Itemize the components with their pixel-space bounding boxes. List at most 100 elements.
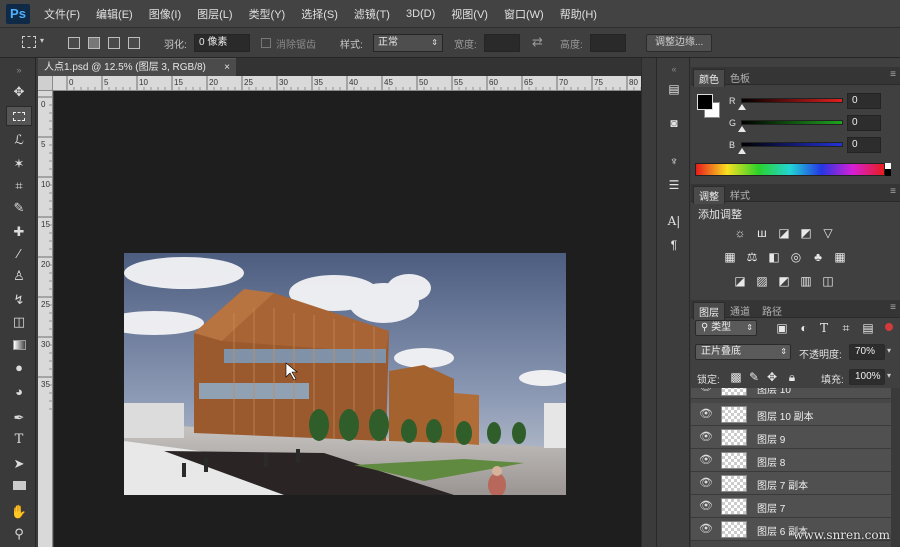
eye-icon[interactable]: 👁︎	[699, 388, 713, 393]
brush-tool-icon[interactable]: ⁄	[6, 244, 32, 264]
red-value[interactable]: 0	[847, 93, 881, 109]
collapse-icon[interactable]: »	[6, 60, 32, 80]
brush-presets-icon[interactable]: ☰	[665, 176, 683, 194]
subtract-selection-icon[interactable]	[108, 37, 120, 49]
layer-row[interactable]: 👁︎ 图层 7	[691, 495, 891, 518]
tab-swatches[interactable]: 色板	[725, 69, 755, 86]
layer-row[interactable]: 👁︎ 图层 10 副本	[691, 403, 891, 426]
eye-icon[interactable]: 👁︎	[699, 499, 713, 512]
opacity-input[interactable]: 70%	[849, 344, 885, 360]
tab-color[interactable]: 颜色	[693, 69, 725, 87]
green-slider[interactable]	[741, 120, 843, 125]
panel-menu-icon[interactable]: ≡	[890, 69, 896, 80]
feather-input[interactable]: 0 像素	[194, 34, 250, 52]
fill-input[interactable]: 100%	[849, 369, 885, 385]
width-input[interactable]	[484, 34, 520, 52]
eye-icon[interactable]: 👁︎	[699, 476, 713, 489]
exposure-icon[interactable]: ◩	[797, 226, 815, 240]
blend-mode-select[interactable]: 正片叠底 ⇕	[695, 344, 791, 360]
invert-icon[interactable]: ◪	[731, 274, 749, 288]
hand-tool-icon[interactable]: ✋	[6, 502, 32, 522]
properties-panel-icon[interactable]: ◙	[665, 114, 683, 132]
green-slider-thumb[interactable]	[738, 126, 746, 132]
selective-color-icon[interactable]: ◫	[819, 274, 837, 288]
color-lookup-icon[interactable]: ▦	[831, 250, 849, 264]
menu-filter[interactable]: 滤镜(T)	[354, 6, 390, 22]
layer-row[interactable]: 👁︎ 图层 9	[691, 426, 891, 449]
red-slider-thumb[interactable]	[738, 104, 746, 110]
blue-slider-thumb[interactable]	[738, 148, 746, 154]
menu-layer[interactable]: 图层(L)	[197, 6, 232, 22]
channel-mixer-icon[interactable]: ♣	[809, 250, 827, 264]
eyedropper-tool-icon[interactable]: ✎	[6, 198, 32, 218]
add-selection-icon[interactable]	[88, 37, 100, 49]
shape-filter-icon[interactable]: ⌗	[837, 321, 855, 335]
menu-edit[interactable]: 编辑(E)	[96, 6, 133, 22]
posterize-icon[interactable]: ▨	[753, 274, 771, 288]
chevron-down-icon[interactable]: ▾	[887, 346, 891, 355]
magic-wand-tool-icon[interactable]: ✶	[6, 154, 32, 174]
layer-row[interactable]: 👁︎ 图层 8	[691, 449, 891, 472]
chevron-down-icon[interactable]: ▾	[40, 36, 44, 45]
tab-channels[interactable]: 通道	[725, 302, 755, 319]
menu-window[interactable]: 窗口(W)	[504, 6, 544, 22]
brightness-icon[interactable]: ☼	[731, 226, 749, 240]
new-selection-icon[interactable]	[68, 37, 80, 49]
menu-image[interactable]: 图像(I)	[149, 6, 181, 22]
menu-type[interactable]: 类型(Y)	[249, 6, 286, 22]
move-tool-icon[interactable]: ✥	[6, 82, 32, 102]
style-select[interactable]: 正常 ⇕	[373, 34, 443, 52]
layers-scrollbar[interactable]	[891, 388, 900, 547]
tab-styles[interactable]: 样式	[725, 186, 755, 203]
smart-object-filter-icon[interactable]: ▤	[859, 321, 877, 335]
photo-filter-icon[interactable]: ◎	[787, 250, 805, 264]
blue-slider[interactable]	[741, 142, 843, 147]
healing-brush-tool-icon[interactable]: ✚	[6, 222, 32, 242]
document-tab[interactable]: 人点1.psd @ 12.5% (图层 3, RGB/8) ×	[38, 58, 236, 76]
layer-row[interactable]: 👁︎ 图层 10	[691, 388, 891, 399]
lasso-tool-icon[interactable]: ℒ	[6, 130, 32, 150]
foreground-color-swatch[interactable]	[697, 94, 713, 110]
paragraph-panel-icon[interactable]: ¶	[665, 236, 683, 254]
blue-value[interactable]: 0	[847, 137, 881, 153]
menu-file[interactable]: 文件(F)	[44, 6, 80, 22]
lock-all-icon[interactable]: 🔒︎	[783, 370, 801, 384]
eye-icon[interactable]: 👁︎	[699, 522, 713, 535]
vibrance-icon[interactable]: ▽	[819, 226, 837, 240]
threshold-icon[interactable]: ◩	[775, 274, 793, 288]
color-balance-icon[interactable]: ⚖	[743, 250, 761, 264]
height-input[interactable]	[590, 34, 626, 52]
gradient-tool-icon[interactable]	[6, 336, 32, 356]
lock-position-icon[interactable]: ✥	[763, 370, 781, 384]
antialias-checkbox[interactable]	[261, 38, 271, 48]
curves-icon[interactable]: ◪	[775, 226, 793, 240]
gradient-map-icon[interactable]: ▥	[797, 274, 815, 288]
brush-panel-icon[interactable]: ♆	[665, 152, 683, 170]
eye-icon[interactable]: 👁︎	[699, 453, 713, 466]
blur-tool-icon[interactable]: ●	[6, 358, 32, 378]
history-brush-tool-icon[interactable]: ↯	[6, 290, 32, 310]
intersect-selection-icon[interactable]	[128, 37, 140, 49]
chevron-down-icon[interactable]: ▾	[887, 371, 891, 380]
menu-help[interactable]: 帮助(H)	[560, 6, 597, 22]
eye-icon[interactable]: 👁︎	[699, 407, 713, 420]
zoom-tool-icon[interactable]: ⚲	[6, 524, 32, 544]
lock-pixels-icon[interactable]: ✎	[745, 370, 763, 384]
layer-row[interactable]: 👁︎ 图层 7 副本	[691, 472, 891, 495]
spectrum-black[interactable]	[885, 169, 891, 176]
panel-menu-icon[interactable]: ≡	[890, 302, 896, 313]
marquee-preset-icon[interactable]	[22, 36, 36, 48]
close-icon[interactable]: ×	[224, 59, 230, 76]
lock-transparent-icon[interactable]: ▩	[727, 370, 745, 384]
levels-icon[interactable]: ш	[753, 226, 771, 240]
menu-view[interactable]: 视图(V)	[451, 6, 488, 22]
history-panel-icon[interactable]: ▤	[665, 80, 683, 98]
swap-icon[interactable]: ⇄	[532, 34, 543, 50]
type-filter-icon[interactable]: T	[815, 321, 833, 335]
menu-select[interactable]: 选择(S)	[301, 6, 338, 22]
eraser-tool-icon[interactable]: ◫	[6, 312, 32, 332]
menu-3d[interactable]: 3D(D)	[406, 8, 435, 20]
refine-edge-button[interactable]: 调整边缘...	[646, 34, 713, 52]
filter-toggle-icon[interactable]	[885, 323, 893, 331]
path-selection-tool-icon[interactable]: ➤	[6, 454, 32, 474]
